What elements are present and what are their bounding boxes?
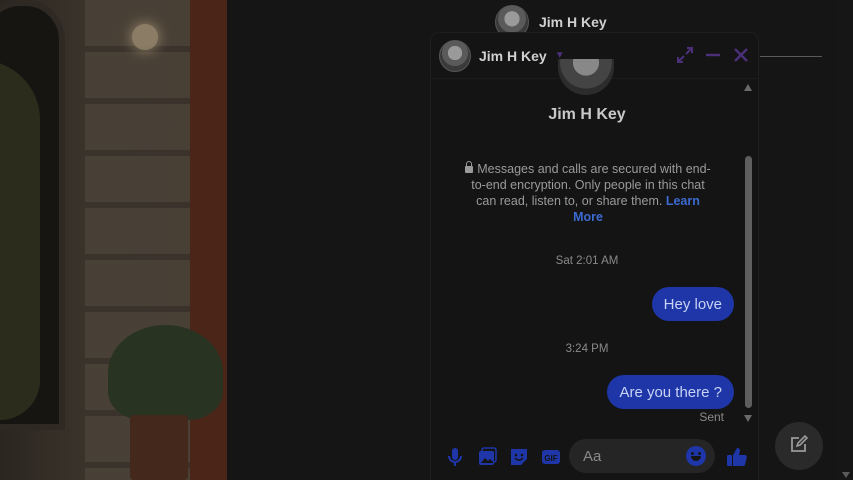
photo-icon[interactable] [475, 445, 499, 469]
encryption-notice: Messages and calls are secured with end-… [461, 161, 715, 225]
contact-name: Jim H Key [548, 106, 626, 123]
close-icon[interactable] [730, 44, 752, 66]
compose-icon [788, 433, 810, 460]
photo-lamp [132, 24, 158, 50]
lock-icon [465, 161, 474, 173]
microphone-icon[interactable] [443, 445, 467, 469]
photo-plant [108, 325, 223, 420]
scrollbar-thumb[interactable] [745, 156, 752, 408]
message-bubble[interactable]: Are you there ? [607, 375, 734, 409]
chat-window: Jim H Key ▼ Jim H Key Messages and calls… [431, 33, 758, 480]
contact-avatar [558, 59, 614, 95]
background-photo [0, 0, 227, 480]
sticker-icon[interactable] [507, 445, 531, 469]
expand-icon[interactable] [674, 44, 696, 66]
scroll-down-arrow[interactable] [744, 415, 752, 422]
chat-title[interactable]: Jim H Key [479, 48, 547, 64]
new-message-button[interactable] [775, 422, 823, 470]
chat-avatar[interactable] [439, 39, 471, 72]
scroll-down-arrow[interactable] [842, 472, 850, 478]
photo-person [0, 60, 40, 420]
scroll-up-arrow[interactable] [744, 84, 752, 91]
photo-pot [130, 415, 188, 480]
right-scrollbar-track [838, 0, 853, 480]
minimize-icon[interactable] [702, 44, 724, 66]
header-name[interactable]: Jim H Key [539, 14, 607, 30]
thumbs-up-icon[interactable] [725, 445, 749, 474]
divider [760, 56, 822, 57]
message-timestamp: Sat 2:01 AM [555, 255, 619, 267]
message-bubble[interactable]: Hey love [651, 287, 734, 321]
sent-status: Sent [699, 410, 724, 424]
emoji-icon[interactable] [686, 446, 706, 466]
gif-icon[interactable]: GIF [539, 445, 563, 469]
message-timestamp: 3:24 PM [565, 343, 609, 355]
composer: GIF [431, 433, 758, 480]
svg-text:GIF: GIF [544, 454, 557, 463]
